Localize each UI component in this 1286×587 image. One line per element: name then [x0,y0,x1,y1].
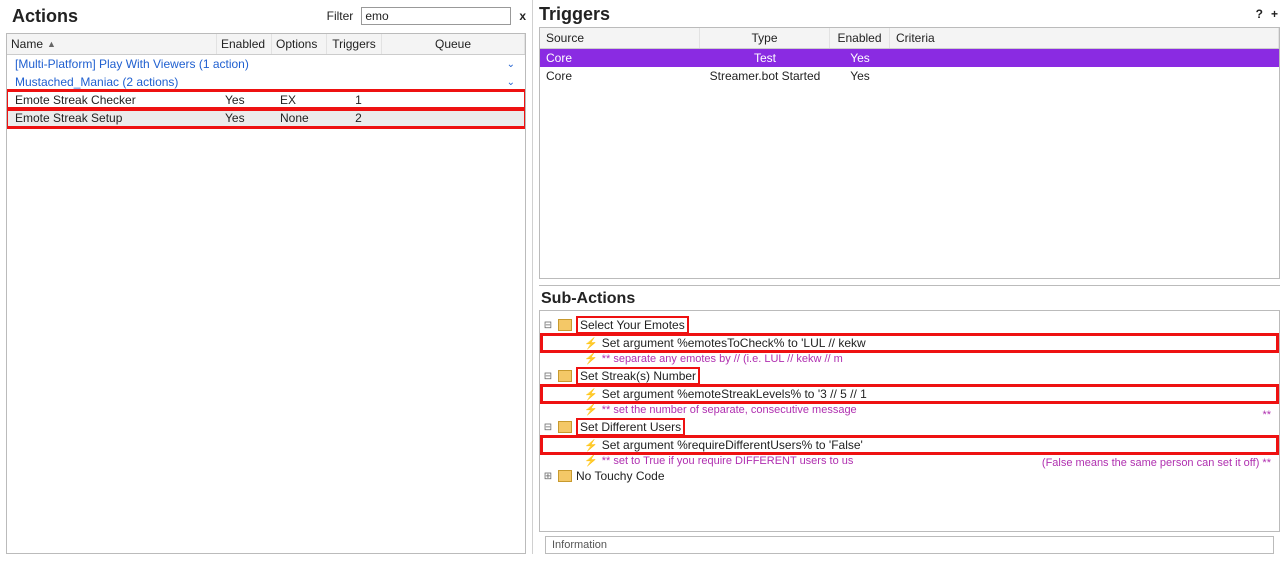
filter-input[interactable] [361,7,511,25]
bolt-icon: ⚡ [584,454,598,467]
trigger-row-selected[interactable]: Core Test Yes [540,49,1279,67]
collapse-icon[interactable]: ⊟ [542,320,554,331]
bolt-icon: ⚡ [584,439,598,452]
tree-node[interactable]: ⊟Select Your Emotes [542,315,1277,335]
bolt-icon: ⚡ [584,352,598,365]
filter-label: Filter [327,9,354,23]
sub-actions-title: Sub-Actions [539,286,1280,310]
comment-note: (False means the same person can set it … [1042,457,1271,469]
tree-node[interactable]: ⊟Set Streak(s) Number [542,366,1277,386]
sub-actions-panel: Sub-Actions ⊟Select Your Emotes ⚡Set arg… [539,285,1280,554]
bolt-icon: ⚡ [584,388,598,401]
group-row[interactable]: [Multi-Platform] Play With Viewers (1 ac… [7,55,525,73]
add-trigger-icon[interactable]: + [1271,7,1286,21]
collapse-icon[interactable]: ⊟ [542,422,554,433]
sub-actions-tree: ⊟Select Your Emotes ⚡Set argument %emote… [539,310,1280,532]
info-bar: Information [545,536,1274,554]
tree-leaf[interactable]: ⚡Set argument %emotesToCheck% to 'LUL //… [542,335,1277,351]
right-panel: Triggers ? + Source Type Enabled Criteri… [533,0,1286,554]
actions-panel: Actions Filter x Name▲ Enabled Options T… [0,0,533,554]
tree-leaf[interactable]: ⚡Set argument %requireDifferentUsers% to… [542,437,1277,453]
triggers-table: Source Type Enabled Criteria Core Test Y… [539,27,1280,279]
col-enabled[interactable]: Enabled [217,34,272,54]
actions-table: Name▲ Enabled Options Triggers Queue [Mu… [6,33,526,554]
folder-icon [558,470,572,482]
chevron-down-icon[interactable]: ⌄ [507,77,521,88]
trigger-row[interactable]: Core Streamer.bot Started Yes [540,67,1279,85]
action-row[interactable]: Emote Streak Checker Yes EX 1 [7,91,525,109]
tree-node[interactable]: ⊞No Touchy Code [542,468,1277,484]
col-triggers[interactable]: Triggers [327,34,382,54]
tree-node[interactable]: ⊟Set Different Users [542,417,1277,437]
folder-icon [558,319,572,331]
sort-asc-icon: ▲ [47,39,56,49]
actions-title: Actions [6,2,84,29]
filter-clear-icon[interactable]: x [519,9,526,23]
expand-icon[interactable]: ⊞ [542,471,554,482]
col-queue[interactable]: Queue [382,34,525,54]
col-type[interactable]: Type [700,28,830,48]
folder-icon [558,421,572,433]
bolt-icon: ⚡ [584,337,598,350]
action-row-selected[interactable]: Emote Streak Setup Yes None 2 [7,109,525,127]
triggers-title: Triggers [533,0,616,27]
actions-header: Name▲ Enabled Options Triggers Queue [7,34,525,55]
collapse-icon[interactable]: ⊟ [542,371,554,382]
tree-comment: ⚡** separate any emotes by // (i.e. LUL … [542,351,1277,366]
group-row[interactable]: Mustached_Maniac (2 actions) ⌄ [7,73,525,91]
col-options[interactable]: Options [272,34,327,54]
tree-comment: ⚡** set the number of separate, consecut… [542,402,1277,417]
chevron-down-icon[interactable]: ⌄ [507,59,521,70]
col-source[interactable]: Source [540,28,700,48]
help-icon[interactable]: ? [1256,7,1271,21]
comment-note: ** [1262,409,1271,421]
col-criteria[interactable]: Criteria [890,28,1279,48]
tree-leaf[interactable]: ⚡Set argument %emoteStreakLevels% to '3 … [542,386,1277,402]
triggers-header: Source Type Enabled Criteria [540,28,1279,49]
bolt-icon: ⚡ [584,403,598,416]
col-enabled[interactable]: Enabled [830,28,890,48]
col-name[interactable]: Name▲ [7,34,217,54]
folder-icon [558,370,572,382]
